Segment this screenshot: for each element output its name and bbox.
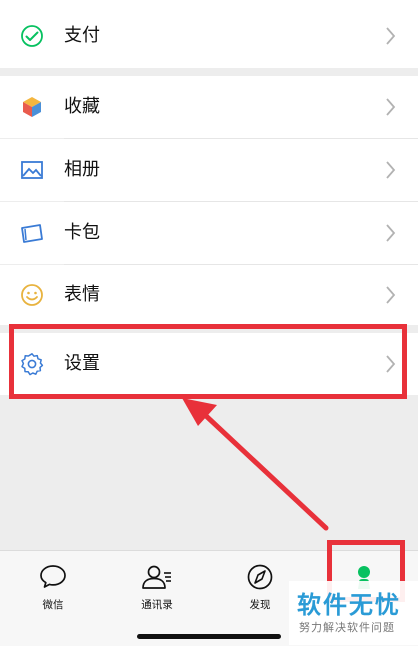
tab-discover[interactable]: 发现	[230, 563, 290, 612]
menu-row-stickers[interactable]: 表情	[0, 265, 418, 325]
tab-label-contacts: 通讯录	[141, 599, 173, 611]
menu-label-cards: 卡包	[64, 222, 100, 243]
menu-row-cards[interactable]: 卡包	[0, 202, 418, 264]
menu-row-favorites[interactable]: 收藏	[0, 76, 418, 138]
watermark: 软件无忧 努力解决软件问题	[289, 581, 418, 645]
watermark-title: 软件无忧	[297, 591, 401, 619]
chevron-right-icon	[384, 221, 398, 245]
home-indicator[interactable]	[137, 634, 281, 639]
watermark-subtitle: 努力解决软件问题	[299, 621, 395, 634]
contacts-icon	[142, 565, 171, 589]
tab-contacts[interactable]: 通讯录	[127, 563, 187, 612]
wechat-pay-icon	[20, 24, 44, 48]
smiley-icon	[20, 283, 44, 307]
chevron-right-icon	[384, 158, 398, 182]
menu-label-pay: 支付	[64, 25, 100, 46]
settings-highlight-box	[9, 324, 407, 399]
chevron-right-icon	[384, 24, 398, 48]
tab-label-chats: 微信	[42, 599, 64, 611]
chat-bubble-icon	[40, 565, 66, 588]
menu-label-album: 相册	[64, 159, 100, 180]
chevron-right-icon	[384, 283, 398, 307]
picture-icon	[20, 158, 44, 182]
menu-label-stickers: 表情	[64, 284, 100, 305]
menu-row-pay[interactable]: 支付	[0, 0, 418, 68]
menu-label-favorites: 收藏	[64, 96, 100, 117]
compass-icon	[247, 564, 273, 590]
cube-icon	[20, 95, 44, 119]
tab-label-discover: 发现	[249, 599, 271, 611]
chevron-right-icon	[384, 95, 398, 119]
menu-row-album[interactable]: 相册	[0, 139, 418, 201]
card-icon	[20, 221, 44, 245]
tab-chats[interactable]: 微信	[23, 563, 83, 612]
